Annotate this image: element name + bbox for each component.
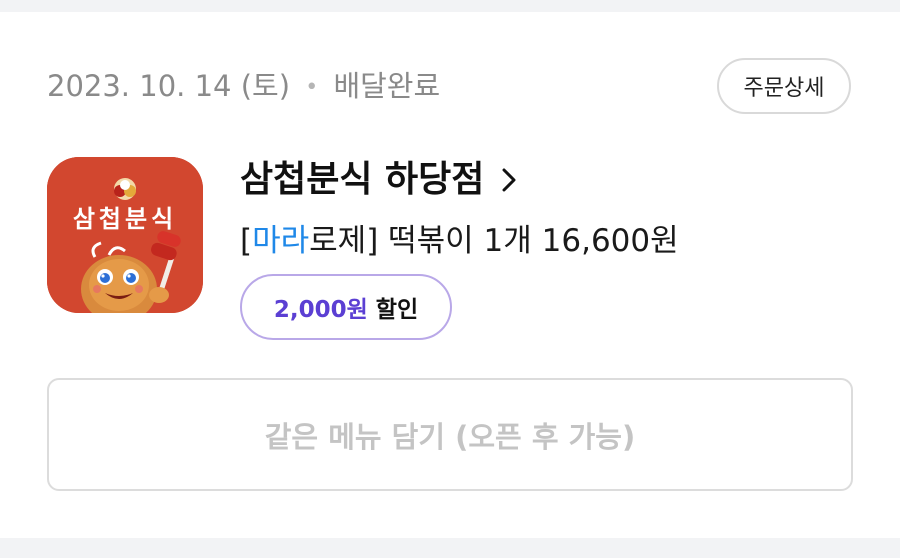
item-rest: 로제] 떡볶이 1개 16,600원 <box>309 223 679 259</box>
store-logo-image: 삼첩분식 <box>47 157 203 313</box>
store-logo[interactable]: 삼첩분식 <box>47 157 203 313</box>
discount-label: 할인 <box>375 297 419 323</box>
item-bracket: [ <box>240 223 253 259</box>
meta-separator: • <box>305 75 319 100</box>
order-date: 2023. 10. 14 (토) <box>47 69 291 103</box>
order-meta: 2023. 10. 14 (토) • 배달완료 <box>47 68 440 106</box>
order-detail-button[interactable]: 주문상세 <box>717 58 851 114</box>
svg-text:삼첩분식: 삼첩분식 <box>73 205 177 233</box>
order-status: 배달완료 <box>333 69 441 103</box>
order-card: 2023. 10. 14 (토) • 배달완료 주문상세 삼첩분식 삼첩분식 하… <box>0 12 900 538</box>
item-highlight: 마라 <box>252 223 310 259</box>
store-name-link[interactable]: 삼첩분식 하당점 <box>240 158 516 202</box>
reorder-same-menu-button[interactable]: 같은 메뉴 담기 (오픈 후 가능) <box>47 378 853 491</box>
discount-badge: 2,000원 할인 <box>240 274 452 340</box>
store-name: 삼첩분식 하당점 <box>240 159 485 200</box>
discount-amount: 2,000원 <box>273 297 368 323</box>
order-item-summary: [마라로제] 떡볶이 1개 16,600원 <box>240 221 679 261</box>
chevron-right-icon <box>502 168 516 192</box>
